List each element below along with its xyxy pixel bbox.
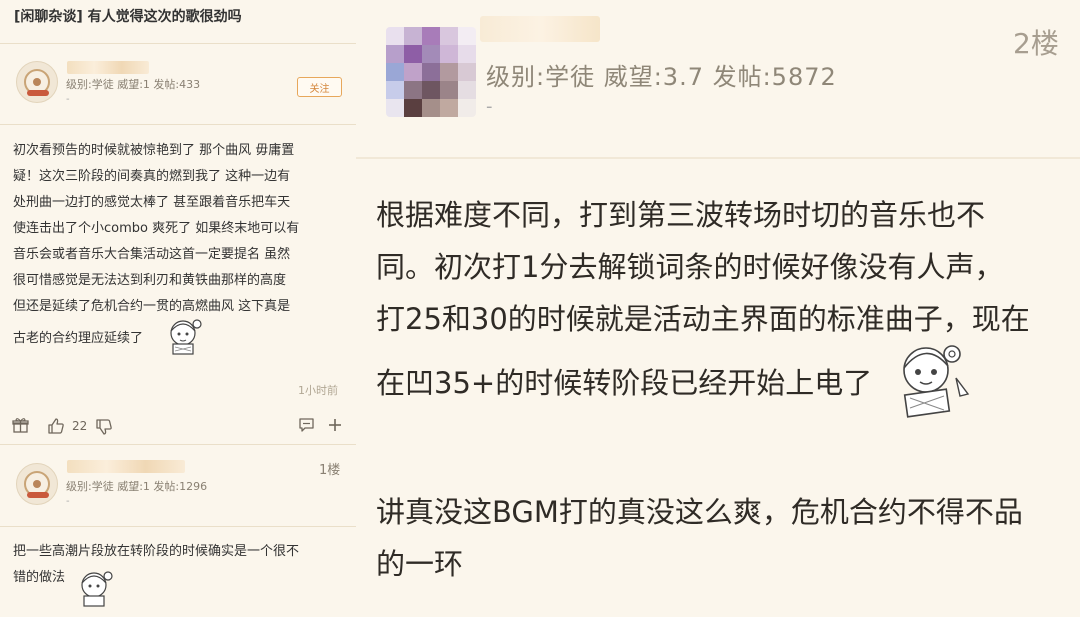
divider (0, 444, 356, 445)
username-blurred[interactable] (67, 61, 149, 74)
post-actions: 22 (0, 412, 356, 440)
post-line: 处刑曲一边打的感觉太棒了 甚至跟着音乐把车天 (13, 195, 291, 210)
avatar-pixelated[interactable] (386, 27, 476, 117)
floor-number: 2楼 (1013, 27, 1059, 60)
plus-icon[interactable] (327, 417, 343, 433)
post-line: 使连击出了个小combo 爽死了 如果终末地可以有 (13, 221, 300, 236)
username-blurred[interactable] (67, 460, 185, 473)
divider (0, 124, 356, 125)
sticker-emoji (903, 345, 970, 418)
post-line: 错的做法 (13, 570, 66, 585)
post-line: 很可惜感觉是无法达到利刃和黄铁曲那样的高度 (13, 273, 287, 288)
sticker-emoji (170, 319, 202, 355)
user-signature: - (66, 94, 70, 105)
post-body-2: 讲真没这BGM打的真没这么爽，危机合约不得不品 的一环 (376, 486, 1066, 590)
post-line: 音乐会或者音乐大合集活动这首一定要提名 虽然 (13, 247, 291, 262)
post-line: 讲真没这BGM打的真没这么爽，危机合约不得不品 (376, 495, 1023, 529)
avatar[interactable] (16, 463, 58, 505)
floor-number: 1楼 (319, 463, 341, 478)
gift-icon[interactable] (12, 417, 29, 434)
thumb-down-icon[interactable] (95, 418, 113, 436)
user-meta: 级别:学徒 威望:1 发帖:1296 (66, 480, 208, 493)
post-line: 疑！这次三阶段的间奏真的燃到我了 这种一边有 (13, 169, 291, 184)
post-line: 初次看预告的时候就被惊艳到了 那个曲风 毋庸置 (13, 143, 295, 158)
thumb-up-icon[interactable] (47, 417, 65, 435)
reply-body: 把一些高潮片段放在转阶段的时候确实是一个很不 错的做法 (13, 539, 343, 591)
user-signature: - (66, 496, 70, 507)
user-meta: 级别:学徒 威望:1 发帖:433 (66, 78, 201, 91)
divider (0, 526, 356, 527)
post-line: 同。初次打1分去解锁词条的时候好像没有人声， (376, 250, 1004, 284)
post-line: 根据难度不同，打到第三波转场时切的音乐也不 (376, 198, 986, 232)
post-line: 的一环 (376, 547, 464, 581)
sticker-emoji (81, 571, 113, 607)
thread-title: [闲聊杂谈] 有人觉得这次的歌很劲吗 (14, 9, 242, 25)
user-signature: - (486, 96, 493, 117)
divider (0, 43, 356, 44)
avatar[interactable] (16, 61, 58, 103)
comment-icon[interactable] (298, 417, 315, 433)
user-meta: 级别:学徒 威望:3.7 发帖:5872 (486, 63, 837, 91)
like-count: 22 (72, 419, 88, 433)
post-time: 1小时前 (298, 384, 338, 397)
post-panel-right: 级别:学徒 威望:3.7 发帖:5872 - 2楼 根据难度不同，打到第三波转场… (356, 0, 1080, 617)
username-blurred[interactable] (480, 16, 600, 42)
post-line: 把一些高潮片段放在转阶段的时候确实是一个很不 (13, 544, 300, 559)
thread-panel-left: [闲聊杂谈] 有人觉得这次的歌很劲吗 级别:学徒 威望:1 发帖:433 - 关… (0, 0, 356, 617)
divider (356, 157, 1080, 159)
follow-button[interactable]: 关注 (297, 77, 342, 97)
